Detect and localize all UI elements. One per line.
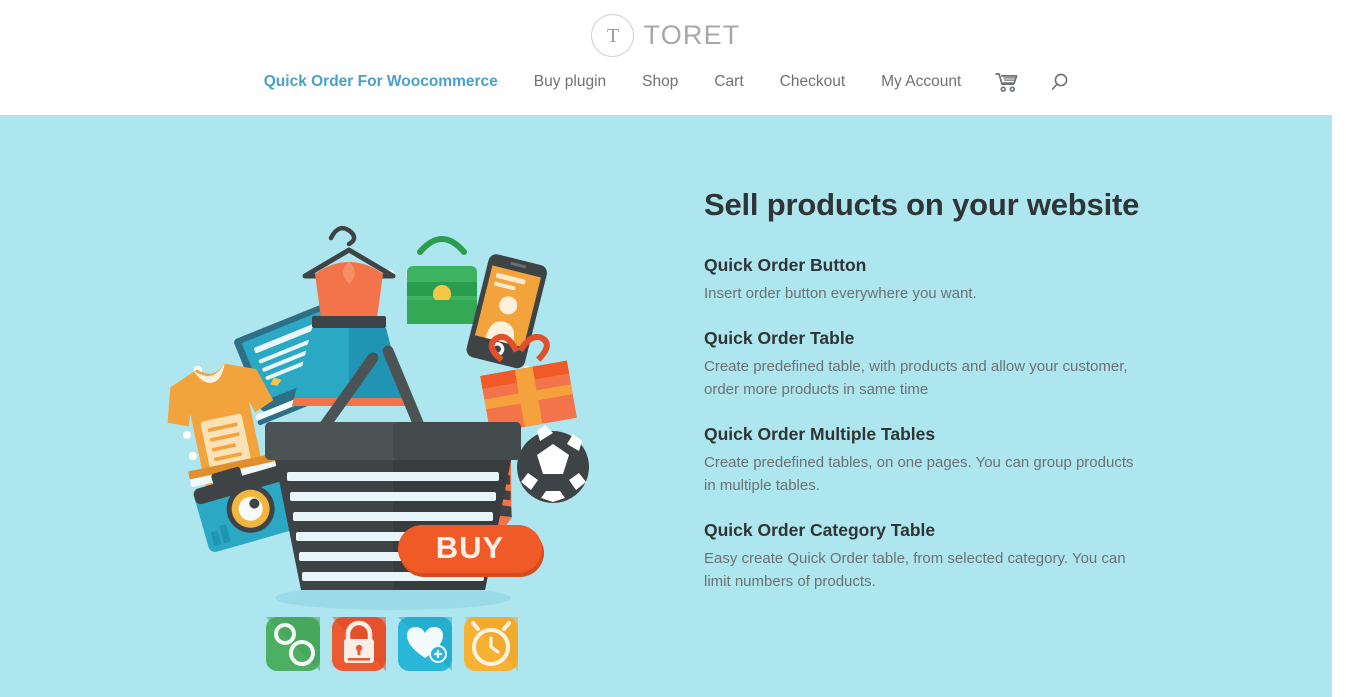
nav-item-quick-order-for-woocommerce[interactable]: Quick Order For Woocommerce — [246, 68, 516, 96]
feature-heading: Quick Order Table — [704, 328, 855, 349]
page-title: Sell products on your website — [704, 187, 1140, 222]
hero-copy: Sell products on your website Quick Orde… — [704, 187, 1184, 593]
alarm-clock-tile-icon — [464, 617, 518, 671]
nav-item-cart[interactable]: Cart — [696, 68, 761, 96]
feature-body: Easy create Quick Order table, from sele… — [704, 550, 1126, 590]
feature-body: Insert order button everywhere you want. — [704, 284, 977, 302]
search-icon[interactable] — [1034, 72, 1086, 92]
gift-box-icon — [480, 333, 577, 434]
settings-gears-tile-icon — [266, 617, 320, 671]
app-tile-row — [266, 617, 518, 671]
site-header: T TORET Quick Order For Woocommerce Buy … — [0, 0, 1332, 115]
nav-item-checkout[interactable]: Checkout — [762, 68, 863, 96]
feature-quick-order-multiple-tables: Quick Order Multiple Tables Create prede… — [704, 424, 1184, 497]
circle-t-logo-icon: T — [591, 14, 635, 57]
page-scrollbar[interactable] — [1332, 0, 1346, 697]
ecommerce-shopping-basket-illustration: BUY — [135, 170, 655, 690]
feature-body: Create predefined tables, on one pages. … — [704, 454, 1134, 494]
nav-item-my-account[interactable]: My Account — [863, 68, 979, 96]
main-navigation: Quick Order For Woocommerce Buy plugin S… — [0, 68, 1332, 96]
brand-name: TORET — [643, 20, 741, 50]
logo-letter: T — [606, 24, 620, 47]
feature-heading: Quick Order Category Table — [704, 520, 936, 541]
feature-body: Create predefined table, with products a… — [704, 358, 1128, 398]
shopping-cart-icon[interactable] — [979, 72, 1034, 92]
nav-item-buy-plugin[interactable]: Buy plugin — [516, 68, 624, 96]
feature-quick-order-category-table: Quick Order Category Table Easy create Q… — [704, 520, 1184, 593]
svg-text:BUY: BUY — [436, 530, 504, 565]
soccer-ball-icon — [517, 425, 589, 503]
buy-button: BUY — [398, 525, 544, 577]
brand-logo[interactable]: T TORET — [0, 14, 1332, 57]
page-root: T TORET Quick Order For Woocommerce Buy … — [0, 0, 1346, 697]
feature-quick-order-button: Quick Order Button Insert order button e… — [704, 255, 1184, 306]
handbag-icon — [407, 236, 477, 324]
feature-heading: Quick Order Button — [704, 254, 867, 275]
feature-quick-order-table: Quick Order Table Create predefined tabl… — [704, 328, 1184, 401]
smartphone-profile-icon — [466, 254, 547, 369]
feature-heading: Quick Order Multiple Tables — [704, 424, 936, 445]
nav-item-shop[interactable]: Shop — [624, 68, 696, 96]
favorite-heart-add-tile-icon — [398, 617, 452, 671]
padlock-tile-icon — [332, 617, 386, 671]
hero-section: BUY Sell products on your website Quick … — [0, 115, 1332, 697]
